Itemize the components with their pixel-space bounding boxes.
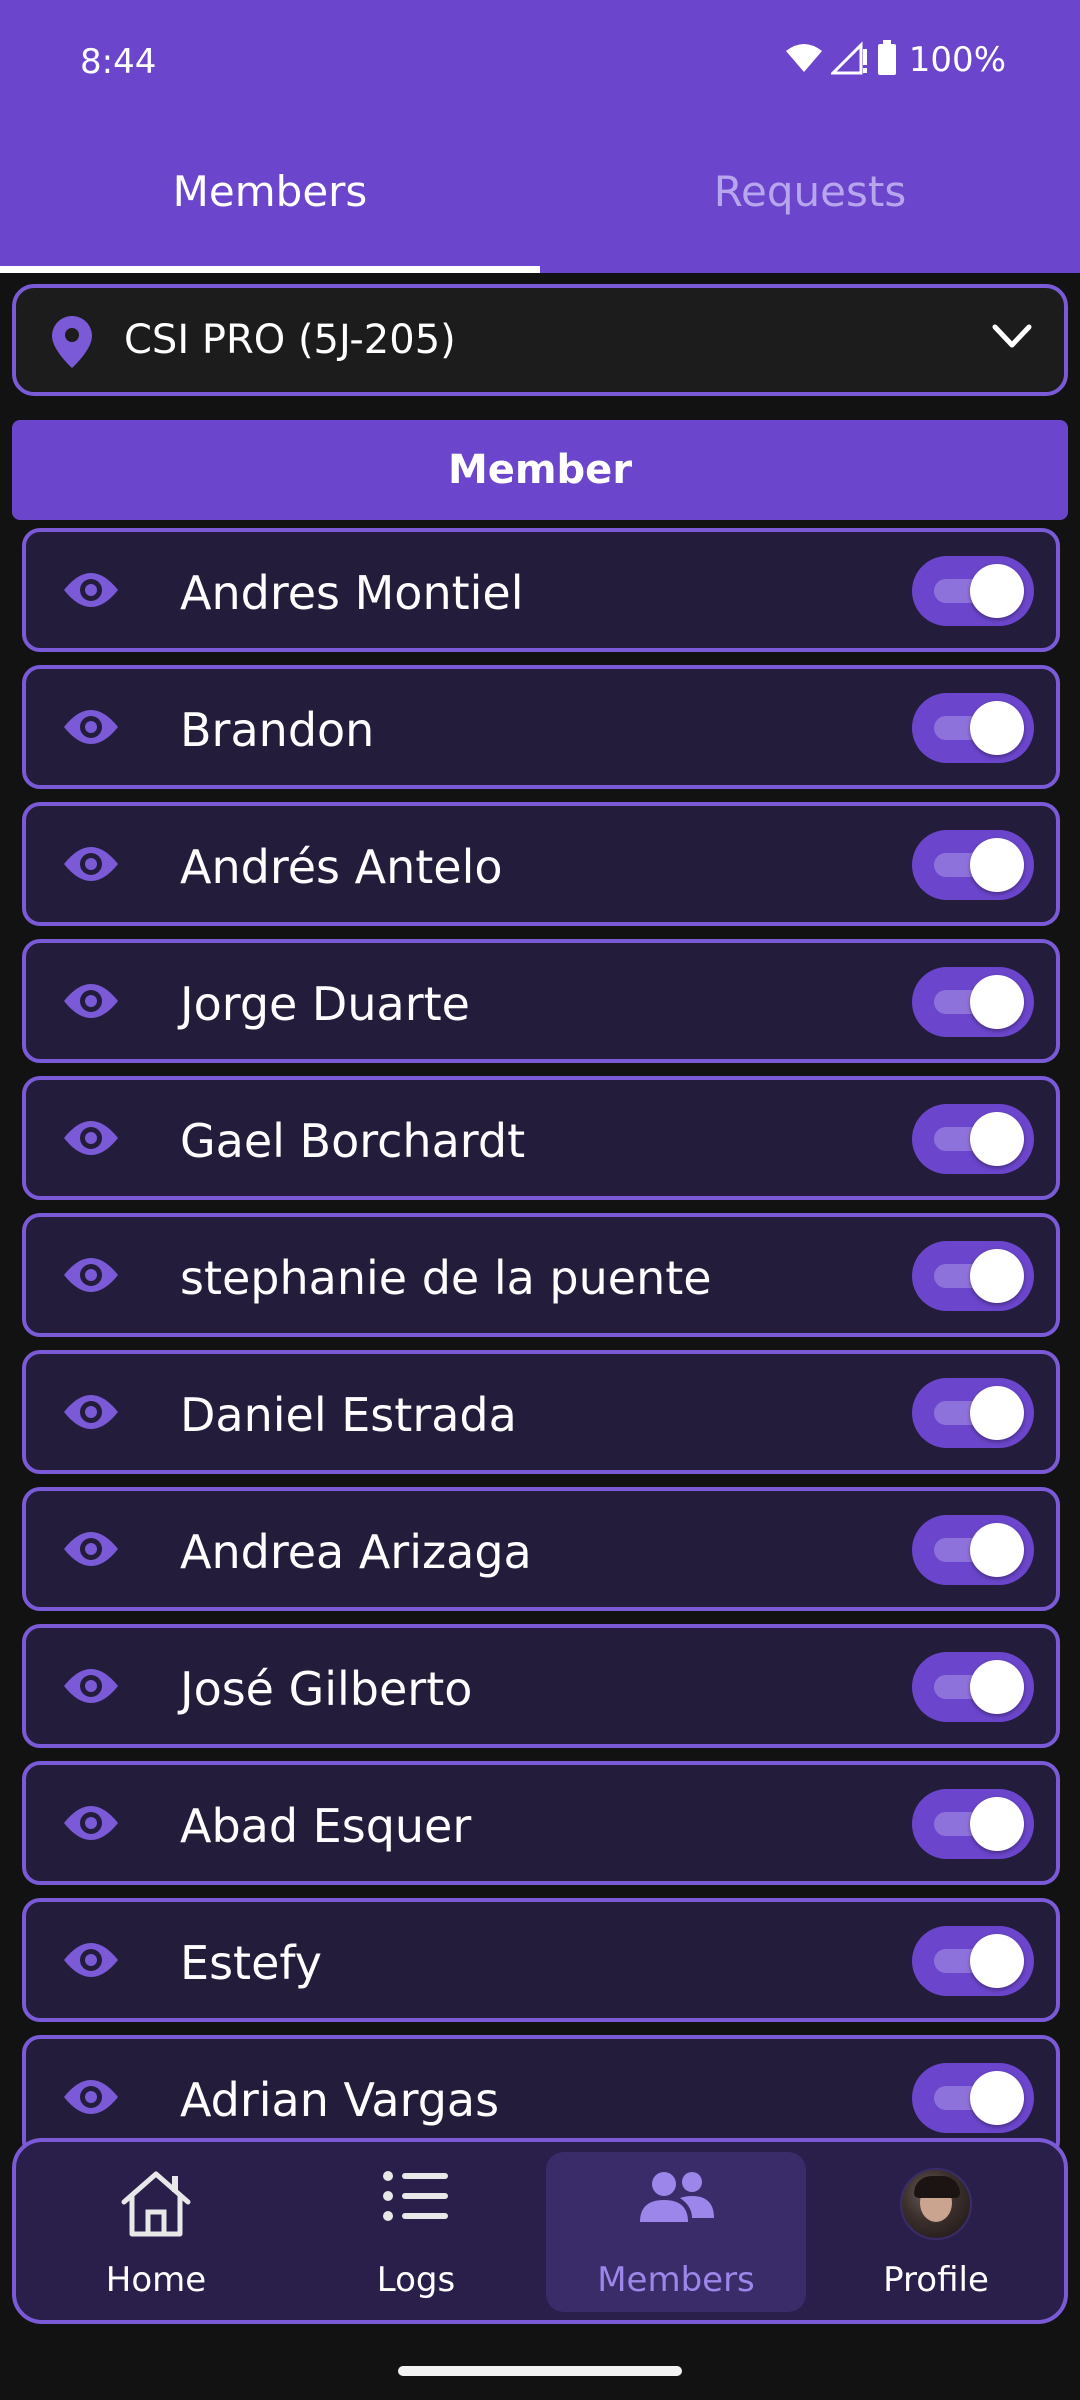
nav-home-label: Home [105, 2260, 207, 2300]
bottom-nav: Home Logs Members Profile [12, 2138, 1068, 2324]
nav-members[interactable]: Members [546, 2152, 806, 2312]
app-root: 8:44 100% Members Requests CSI PRO (5J-2… [0, 0, 1080, 2400]
list-item[interactable]: Estefy [22, 1898, 1060, 2022]
group-icon [546, 2168, 806, 2228]
chevron-down-icon [992, 324, 1032, 354]
location-value: CSI PRO (5J-205) [124, 317, 456, 363]
tab-requests[interactable]: Requests [540, 128, 1080, 273]
tab-bar: Members Requests [0, 128, 1080, 273]
battery-icon [877, 40, 897, 80]
list-item[interactable]: Andrea Arizaga [22, 1487, 1060, 1611]
member-toggle[interactable] [912, 1378, 1034, 1448]
nav-profile[interactable]: Profile [806, 2142, 1064, 2320]
home-icon [26, 2168, 286, 2240]
profile-avatar-wrap [806, 2168, 1064, 2240]
eye-icon[interactable] [62, 1529, 120, 1573]
nav-home[interactable]: Home [26, 2142, 286, 2320]
member-toggle[interactable] [912, 1652, 1034, 1722]
member-toggle[interactable] [912, 1104, 1034, 1174]
nav-profile-label: Profile [883, 2260, 989, 2300]
app-header: 8:44 100% Members Requests [0, 0, 1080, 273]
member-toggle[interactable] [912, 1241, 1034, 1311]
member-name: Adrian Vargas [180, 2073, 500, 2127]
list-item[interactable]: José Gilberto [22, 1624, 1060, 1748]
eye-icon[interactable] [62, 844, 120, 888]
battery-percentage: 100% [908, 40, 1006, 80]
member-name: Jorge Duarte [180, 977, 470, 1031]
member-toggle[interactable] [912, 2063, 1034, 2133]
member-name: Abad Esquer [180, 1799, 472, 1853]
eye-icon[interactable] [62, 1392, 120, 1436]
list-item[interactable]: Brandon [22, 665, 1060, 789]
member-name: José Gilberto [180, 1662, 473, 1716]
list-item[interactable]: Abad Esquer [22, 1761, 1060, 1885]
nav-logs-label: Logs [376, 2260, 456, 2300]
member-toggle[interactable] [912, 830, 1034, 900]
list-item[interactable]: Jorge Duarte [22, 939, 1060, 1063]
member-section-header: Member [12, 420, 1068, 520]
member-toggle[interactable] [912, 1926, 1034, 1996]
home-indicator[interactable] [398, 2366, 682, 2376]
member-name: Daniel Estrada [180, 1388, 517, 1442]
tab-indicator [0, 266, 540, 273]
list-item[interactable]: Andres Montiel [22, 528, 1060, 652]
list-item[interactable]: Daniel Estrada [22, 1350, 1060, 1474]
member-toggle[interactable] [912, 693, 1034, 763]
signal-icon [829, 41, 869, 79]
member-name: stephanie de la puente [180, 1251, 712, 1305]
member-name: Andrés Antelo [180, 840, 503, 894]
member-name: Estefy [180, 1936, 322, 1990]
eye-icon[interactable] [62, 2077, 120, 2121]
member-name: Brandon [180, 703, 375, 757]
eye-icon[interactable] [62, 570, 120, 614]
location-pin-icon [52, 316, 92, 372]
member-toggle[interactable] [912, 1789, 1034, 1859]
eye-icon[interactable] [62, 1118, 120, 1162]
status-bar: 8:44 100% [0, 0, 1080, 128]
status-icons: 100% [785, 40, 1006, 80]
nav-members-label: Members [597, 2260, 755, 2300]
location-dropdown[interactable]: CSI PRO (5J-205) [12, 284, 1068, 396]
eye-icon[interactable] [62, 981, 120, 1025]
eye-icon[interactable] [62, 1666, 120, 1710]
list-item[interactable]: Andrés Antelo [22, 802, 1060, 926]
eye-icon[interactable] [62, 707, 120, 751]
tab-members[interactable]: Members [0, 128, 540, 273]
member-name: Andrea Arizaga [180, 1525, 532, 1579]
eye-icon[interactable] [62, 1255, 120, 1299]
member-toggle[interactable] [912, 556, 1034, 626]
member-toggle[interactable] [912, 967, 1034, 1037]
list-icon [286, 2168, 546, 2224]
list-item[interactable]: Gael Borchardt [22, 1076, 1060, 1200]
member-toggle[interactable] [912, 1515, 1034, 1585]
list-item[interactable]: stephanie de la puente [22, 1213, 1060, 1337]
status-time: 8:44 [80, 42, 157, 82]
member-name: Gael Borchardt [180, 1114, 526, 1168]
member-name: Andres Montiel [180, 566, 524, 620]
avatar [900, 2168, 972, 2240]
nav-logs[interactable]: Logs [286, 2142, 546, 2320]
eye-icon[interactable] [62, 1940, 120, 1984]
wifi-icon [785, 42, 823, 78]
eye-icon[interactable] [62, 1803, 120, 1847]
